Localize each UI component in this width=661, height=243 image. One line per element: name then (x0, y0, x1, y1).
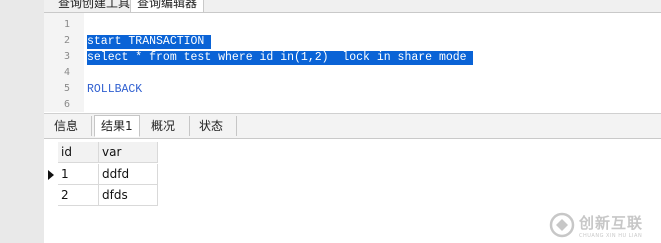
tab-query-builder[interactable]: 查询创建工具 (52, 0, 136, 12)
column-header-id[interactable]: id (58, 142, 99, 163)
tab-overview[interactable]: 概况 (145, 116, 181, 136)
code-line-selected[interactable]: start TRANSACTION (87, 35, 212, 49)
tab-divider (236, 116, 237, 136)
grid-cell[interactable]: 2 (58, 185, 99, 206)
result-tab-bar: 信息 结果1 概况 状态 (44, 113, 661, 139)
code-line-selected[interactable]: select * from test where id in(1,2) lock… (87, 51, 474, 65)
line-number: 4 (63, 67, 70, 78)
line-number: 3 (63, 51, 70, 62)
line-number-gutter: 1 2 3 4 5 6 (44, 13, 84, 112)
line-number: 2 (63, 35, 70, 46)
column-header-var[interactable]: var (99, 142, 158, 163)
code-line[interactable]: ROLLBACK (87, 83, 142, 97)
left-sidebar-gutter (0, 0, 44, 243)
grid-cell[interactable]: ddfd (99, 164, 158, 185)
tab-status[interactable]: 状态 (193, 116, 229, 136)
current-row-indicator-icon (48, 170, 54, 180)
tab-divider (189, 116, 190, 136)
sql-editor[interactable]: 1 2 3 4 5 6 start TRANSACTION select * f… (44, 13, 661, 112)
query-tab-bar: 查询创建工具 查询编辑器 (44, 0, 661, 13)
line-number: 5 (63, 83, 70, 94)
grid-cell[interactable]: dfds (99, 185, 158, 206)
watermark-text: 创新互联 (579, 213, 644, 232)
line-number: 1 (63, 19, 70, 30)
watermark-subtext: CHUANG XIN HU LIAN (579, 232, 643, 239)
tab-query-editor[interactable]: 查询编辑器 (130, 0, 205, 12)
tab-info[interactable]: 信息 (48, 116, 84, 136)
tab-result1[interactable]: 结果1 (94, 115, 140, 137)
watermark-logo: 创新互联 CHUANG XIN HU LIAN (549, 211, 655, 239)
line-number: 6 (63, 99, 70, 110)
brand-logo-icon (549, 212, 575, 238)
grid-cell[interactable]: 1 (58, 164, 99, 185)
tab-divider (91, 116, 92, 136)
